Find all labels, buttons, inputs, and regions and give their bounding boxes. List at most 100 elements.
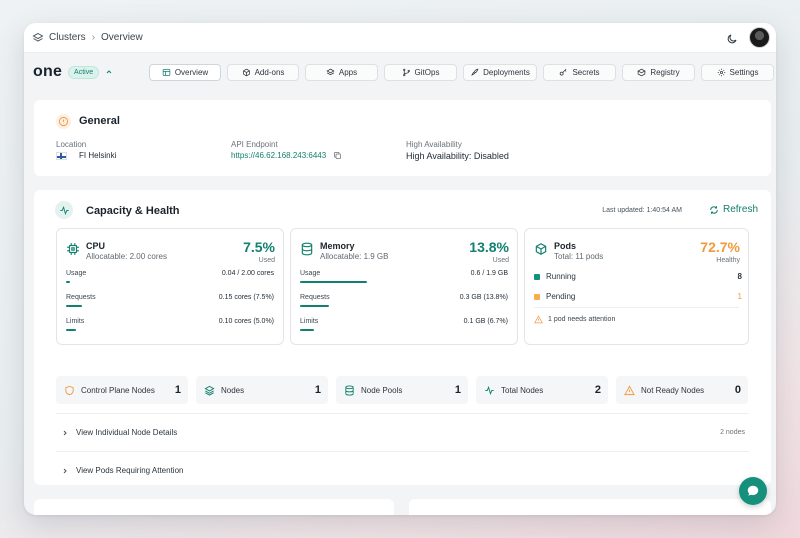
memory-title: Memory bbox=[320, 241, 355, 251]
refresh-button[interactable]: Refresh bbox=[709, 204, 758, 215]
api-endpoint-value: https://46.62.168.243:6443 bbox=[231, 151, 342, 160]
memory-allocatable: Allocatable: 1.9 GB bbox=[320, 252, 389, 261]
top-bar: Clusters › Overview bbox=[24, 23, 776, 53]
stat-value: 2 bbox=[594, 384, 601, 396]
stat-label: Total Nodes bbox=[501, 385, 544, 395]
tab-registry[interactable]: Registry bbox=[622, 64, 695, 81]
tab-label: Secrets bbox=[572, 68, 600, 77]
cpu-card: CPU Allocatable: 2.00 cores 7.5% Used Us… bbox=[56, 228, 284, 345]
api-endpoint-label: API Endpoint bbox=[231, 140, 278, 149]
tab-deployments[interactable]: Deployments bbox=[463, 64, 537, 81]
stat-nodes: Nodes 1 bbox=[196, 376, 328, 404]
pending-label: Pending bbox=[546, 292, 576, 301]
metric-label: Requests bbox=[66, 294, 96, 301]
running-label: Running bbox=[546, 272, 576, 281]
cpu-usage-bar bbox=[66, 281, 70, 283]
cpu-requests-bar bbox=[66, 305, 82, 307]
breadcrumb-overview: Overview bbox=[101, 32, 143, 43]
cpu-title: CPU bbox=[86, 241, 106, 251]
node-details-label: View Individual Node Details bbox=[76, 428, 178, 437]
memory-percent-label: Used bbox=[492, 257, 509, 264]
layers-icon bbox=[204, 385, 215, 396]
tab-label: Overview bbox=[174, 68, 209, 77]
stat-label: Control Plane Nodes bbox=[81, 385, 155, 395]
breadcrumb-clusters[interactable]: Clusters bbox=[49, 32, 86, 43]
stat-node-pools: Node Pools 1 bbox=[336, 376, 468, 404]
activity-icon bbox=[485, 385, 494, 395]
running-indicator bbox=[534, 273, 540, 280]
key-icon bbox=[560, 68, 567, 76]
copy-icon[interactable] bbox=[333, 151, 342, 160]
metric-label: Usage bbox=[66, 270, 87, 277]
stat-control-plane-nodes: Control Plane Nodes 1 bbox=[56, 376, 188, 404]
general-title: General bbox=[79, 115, 120, 127]
tab-apps[interactable]: Apps bbox=[305, 64, 378, 81]
tab-settings[interactable]: Settings bbox=[701, 64, 774, 81]
stat-label: Node Pools bbox=[361, 385, 403, 395]
rocket-icon bbox=[471, 68, 479, 76]
metric-label: Usage bbox=[300, 270, 321, 277]
stat-value: 1 bbox=[314, 384, 321, 396]
chevron-right-icon: › bbox=[91, 32, 96, 43]
status-badge: Active bbox=[68, 65, 100, 79]
metric-label: Requests bbox=[300, 294, 330, 301]
memory-requests-bar bbox=[300, 305, 329, 307]
info-icon bbox=[56, 114, 71, 129]
cpu-percent-label: Used bbox=[258, 257, 275, 264]
memory-percent: 13.8% bbox=[469, 239, 509, 255]
tab-gitops[interactable]: GitOps bbox=[384, 64, 457, 81]
pending-value: 1 bbox=[737, 292, 742, 301]
memory-limits-row: Limits 0.1 GB (6.7%) bbox=[300, 318, 508, 331]
stat-label: Nodes bbox=[221, 385, 245, 395]
pods-percent: 72.7% bbox=[700, 239, 740, 255]
pending-indicator bbox=[534, 293, 540, 300]
node-details-toggle[interactable]: View Individual Node Details 2 nodes bbox=[56, 413, 749, 451]
divider bbox=[534, 307, 739, 308]
pods-attention-note: 1 pod needs attention bbox=[534, 315, 615, 324]
chevron-up-icon[interactable] bbox=[105, 68, 113, 76]
capacity-health-title: Capacity & Health bbox=[86, 205, 180, 217]
layers-icon bbox=[326, 68, 335, 76]
pods-title: Pods bbox=[554, 241, 577, 251]
cpu-allocatable: Allocatable: 2.00 cores bbox=[86, 252, 167, 261]
location-value: FI Helsinki bbox=[56, 151, 116, 160]
node-details-count: 2 nodes bbox=[720, 429, 745, 436]
pods-attention-label: View Pods Requiring Attention bbox=[76, 466, 184, 475]
api-endpoint-link[interactable]: https://46.62.168.243:6443 bbox=[231, 151, 326, 160]
database-icon bbox=[345, 384, 354, 396]
chat-icon bbox=[747, 485, 759, 496]
memory-usage-row: Usage 0.6 / 1.9 GB bbox=[300, 270, 508, 283]
stat-value: 1 bbox=[454, 384, 461, 396]
warning-icon bbox=[624, 384, 635, 395]
metric-value: 0.1 GB (6.7%) bbox=[463, 318, 508, 325]
location-text: FI Helsinki bbox=[79, 151, 117, 160]
attention-text: 1 pod needs attention bbox=[548, 316, 616, 323]
metric-label: Limits bbox=[300, 318, 319, 325]
chat-button[interactable] bbox=[739, 477, 767, 505]
last-updated: Last updated: 1:40:54 AM bbox=[602, 207, 682, 214]
moon-icon[interactable] bbox=[726, 32, 738, 44]
cpu-icon bbox=[66, 242, 80, 256]
general-panel: General Location FI Helsinki API Endpoin… bbox=[34, 100, 771, 176]
ha-value: High Availability: Disabled bbox=[406, 151, 509, 161]
tab-overview[interactable]: Overview bbox=[149, 64, 221, 81]
avatar[interactable] bbox=[749, 27, 770, 48]
package-icon bbox=[637, 68, 646, 77]
cpu-limits-row: Limits 0.10 cores (5.0%) bbox=[66, 318, 274, 331]
app-window: Clusters › Overview one Active Overview … bbox=[24, 23, 776, 515]
metric-value: 0.3 GB (13.8%) bbox=[459, 294, 508, 301]
tab-secrets[interactable]: Secrets bbox=[543, 64, 616, 81]
database-icon bbox=[300, 242, 314, 256]
pods-card: Pods Total: 11 pods 72.7% Healthy Runnin… bbox=[524, 228, 749, 345]
tab-add-ons[interactable]: Add-ons bbox=[227, 64, 299, 81]
stat-total-nodes: Total Nodes 2 bbox=[476, 376, 608, 404]
refresh-label: Refresh bbox=[722, 204, 758, 215]
stat-value: 0 bbox=[734, 384, 741, 396]
activity-icon bbox=[55, 201, 73, 219]
tab-label: Add-ons bbox=[254, 68, 285, 77]
git-icon bbox=[402, 68, 410, 77]
metric-value: 0.10 cores (5.0%) bbox=[218, 318, 274, 325]
pods-attention-toggle[interactable]: View Pods Requiring Attention bbox=[56, 451, 749, 489]
tab-label: GitOps bbox=[414, 68, 440, 77]
tab-label: Settings bbox=[729, 68, 759, 77]
